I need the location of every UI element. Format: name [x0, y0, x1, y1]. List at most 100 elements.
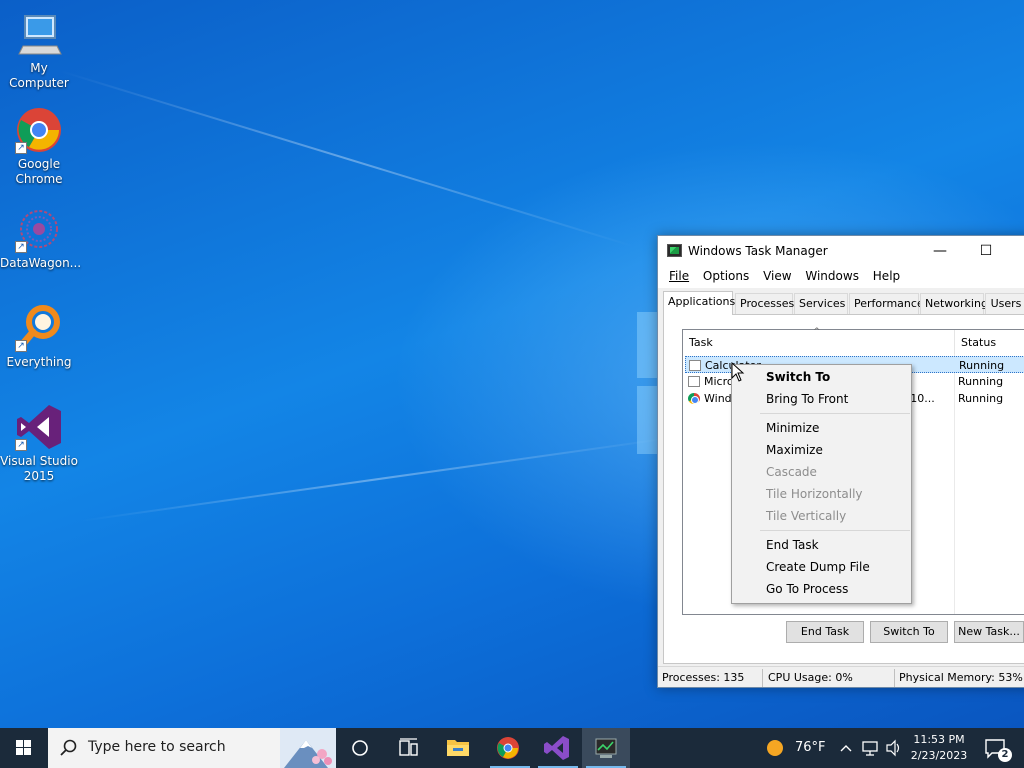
- mouse-cursor-icon: [731, 362, 745, 382]
- task-manager-app-icon: [667, 244, 682, 257]
- new-task-button[interactable]: New Task...: [954, 621, 1024, 643]
- start-button[interactable]: [0, 728, 48, 768]
- menu-item-go-to-process[interactable]: Go To Process: [766, 582, 848, 596]
- desktop-icon-visual-studio[interactable]: ↗ Visual Studio 2015: [0, 403, 78, 484]
- shortcut-arrow-icon: ↗: [15, 340, 27, 352]
- wallpaper-light-beam: [59, 70, 635, 248]
- folder-icon: [447, 740, 469, 756]
- task-view-button[interactable]: [388, 728, 428, 768]
- network-button[interactable]: [860, 728, 882, 768]
- clock-date: 2/23/2023: [910, 749, 968, 762]
- chrome-icon: [688, 393, 700, 404]
- title-bar[interactable]: Windows Task Manager — ☐: [658, 236, 1024, 266]
- chrome-icon: ↗: [15, 106, 63, 154]
- tab-strip: Applications Processes Services Performa…: [663, 291, 1024, 315]
- tab-networking[interactable]: Networking: [920, 293, 988, 314]
- status-cpu-usage: CPU Usage: 0%: [768, 671, 853, 684]
- taskbar-task-manager[interactable]: [582, 728, 630, 768]
- minimize-button[interactable]: —: [917, 236, 963, 266]
- wallpaper-light-beam: [79, 436, 675, 522]
- task-status: Running: [958, 392, 1004, 405]
- desktop-icon-label: Visual Studio 2015: [0, 454, 78, 483]
- weather-temperature: 76°F: [795, 740, 826, 755]
- desktop-icon-my-computer[interactable]: My Computer: [0, 10, 78, 91]
- menu-item-cascade: Cascade: [766, 465, 817, 479]
- everything-search-icon: ↗: [15, 304, 63, 352]
- menu-item-minimize[interactable]: Minimize: [766, 421, 819, 435]
- window-title: Windows Task Manager: [688, 244, 828, 258]
- menu-options[interactable]: Options: [699, 266, 753, 286]
- desktop-icon-google-chrome[interactable]: ↗ Google Chrome: [0, 106, 78, 187]
- notification-icon: [985, 739, 1005, 759]
- sun-icon: [767, 740, 783, 756]
- tab-users[interactable]: Users: [985, 293, 1024, 314]
- menu-bar: File Options View Windows Help: [658, 266, 1024, 288]
- desktop-icon-label: My Computer: [9, 61, 69, 90]
- tab-performance[interactable]: Performance: [849, 293, 924, 314]
- menu-file[interactable]: File: [665, 266, 693, 286]
- menu-view[interactable]: View: [759, 266, 795, 286]
- taskbar-chrome[interactable]: [486, 728, 530, 768]
- menu-item-switch-to[interactable]: Switch To: [766, 370, 830, 384]
- column-header-status[interactable]: Status: [955, 330, 1024, 354]
- network-icon: [862, 741, 878, 756]
- menu-item-create-dump-file[interactable]: Create Dump File: [766, 560, 870, 574]
- maximize-button[interactable]: ☐: [963, 236, 1009, 266]
- search-box[interactable]: Type here to search: [48, 728, 336, 768]
- desktop-icon-datawagon[interactable]: ↗ DataWagon...: [0, 205, 82, 271]
- wallpaper-window-pane: [637, 386, 659, 454]
- desktop-icon-everything[interactable]: ↗ Everything: [0, 304, 78, 370]
- task-manager-icon: [595, 738, 617, 758]
- menu-item-end-task[interactable]: End Task: [766, 538, 819, 552]
- menu-item-bring-to-front[interactable]: Bring To Front: [766, 392, 848, 406]
- tab-processes[interactable]: Processes: [735, 293, 794, 314]
- tab-services[interactable]: Services: [794, 293, 848, 314]
- menu-help[interactable]: Help: [869, 266, 904, 286]
- clock-time: 11:53 PM: [913, 733, 965, 746]
- menu-item-maximize[interactable]: Maximize: [766, 443, 823, 457]
- desktop-icon-label: DataWagon...: [0, 256, 82, 270]
- visual-studio-icon: [544, 736, 569, 760]
- menu-item-tile-horizontally: Tile Horizontally: [766, 487, 863, 501]
- taskbar-visual-studio[interactable]: [534, 728, 578, 768]
- cortana-circle-icon: [352, 740, 368, 756]
- status-separator: [762, 669, 763, 687]
- wallpaper-window-pane: [637, 312, 659, 378]
- notification-center-button[interactable]: 2: [978, 728, 1018, 768]
- menu-separator: [760, 530, 910, 531]
- desktop-icon-label: Google Chrome: [15, 157, 63, 186]
- status-physical-memory: Physical Memory: 53%: [899, 671, 1023, 684]
- chevron-up-icon: [840, 745, 852, 752]
- search-highlight-illustration-icon: [280, 728, 336, 768]
- speaker-icon: [886, 739, 900, 757]
- menu-windows[interactable]: Windows: [801, 266, 863, 286]
- shortcut-arrow-icon: ↗: [15, 142, 27, 154]
- task-status: Running: [959, 359, 1005, 372]
- clock[interactable]: 11:53 PM 2/23/2023: [906, 732, 972, 764]
- shortcut-arrow-icon: ↗: [15, 439, 27, 451]
- notification-count-badge: 2: [998, 748, 1012, 762]
- window-app-icon: [688, 376, 700, 387]
- taskbar: Type here to search 76°F 11:53 PM 2/23/2…: [0, 728, 1024, 768]
- search-placeholder: Type here to search: [88, 739, 226, 755]
- shortcut-arrow-icon: ↗: [15, 241, 27, 253]
- show-hidden-icons-button[interactable]: [838, 728, 854, 768]
- volume-button[interactable]: [884, 728, 904, 768]
- switch-to-button[interactable]: Switch To: [870, 621, 948, 643]
- status-processes: Processes: 135: [662, 671, 745, 684]
- task-view-icon: [399, 738, 418, 756]
- context-menu: Switch To Bring To Front Minimize Maximi…: [731, 364, 912, 604]
- sort-arrow-icon: ^: [813, 327, 821, 337]
- search-icon: [60, 739, 77, 756]
- tab-applications[interactable]: Applications: [663, 291, 735, 315]
- window-app-icon: [689, 360, 701, 371]
- cortana-button[interactable]: [340, 728, 380, 768]
- taskbar-file-explorer[interactable]: [436, 728, 480, 768]
- task-status: Running: [958, 375, 1004, 388]
- task-name: Micro: [704, 375, 734, 388]
- visual-studio-icon: ↗: [15, 403, 63, 451]
- menu-separator: [760, 413, 910, 414]
- end-task-button[interactable]: End Task: [786, 621, 864, 643]
- windows-logo-icon: [16, 740, 31, 755]
- desktop-icon-label: Everything: [6, 355, 72, 369]
